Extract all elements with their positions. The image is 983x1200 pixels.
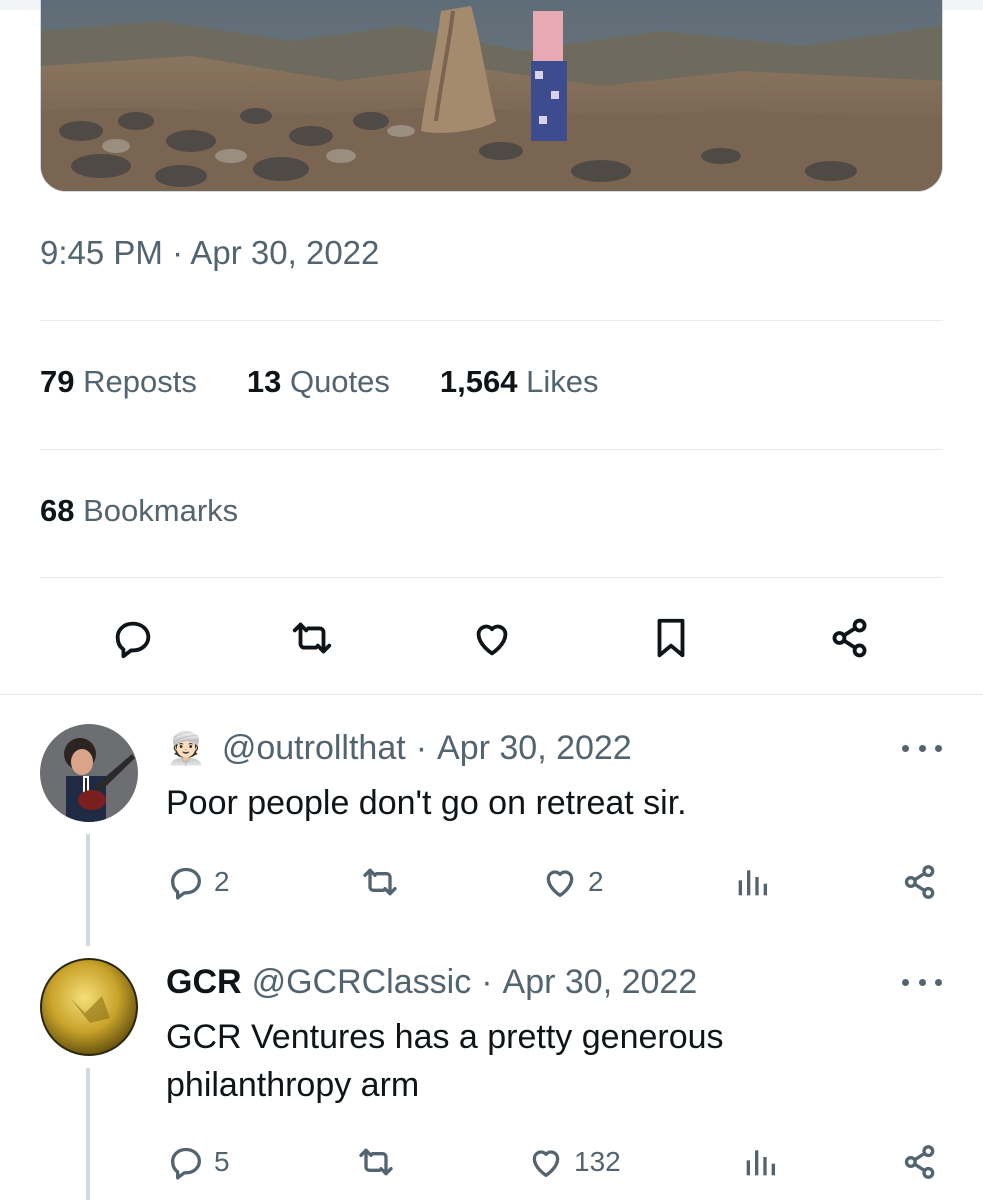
reply-handle[interactable]: @outrollthat	[222, 729, 406, 768]
reply-reply-button[interactable]: 5	[166, 1140, 230, 1184]
share-icon	[904, 865, 935, 899]
reply-header: 👳🏻 @outrollthat · Apr 30, 2022	[166, 726, 632, 770]
tweet-action-bar	[0, 610, 983, 666]
thread-line	[86, 834, 90, 946]
like-button[interactable]	[464, 610, 520, 666]
reposts-label: Reposts	[83, 364, 197, 399]
reply-like-button[interactable]: 132	[526, 1140, 621, 1184]
bookmarks-count: 68	[40, 493, 75, 528]
reply-like-button[interactable]: 2	[540, 860, 604, 904]
tweet-stats: 79 Reposts 13 Quotes 1,564 Likes	[40, 364, 598, 400]
likes-stat[interactable]: 1,564 Likes	[440, 364, 599, 400]
reply-header: GCR @GCRClassic · Apr 30, 2022	[166, 960, 697, 1004]
quotes-label: Quotes	[289, 364, 390, 399]
more-dot-icon	[935, 978, 942, 986]
likes-count: 1,564	[439, 364, 518, 399]
like-icon	[532, 1150, 560, 1177]
bookmarks-label: Bookmarks	[83, 493, 239, 528]
reply-reply-button[interactable]: 2	[166, 860, 230, 904]
reply-display-name[interactable]: GCR	[166, 963, 242, 1002]
avatar[interactable]	[40, 724, 138, 822]
more-dot-icon	[918, 978, 926, 986]
quotes-stat[interactable]: 13 Quotes	[247, 364, 390, 400]
repost-icon	[363, 868, 397, 896]
more-dot-icon	[902, 978, 909, 986]
quotes-count: 13	[246, 364, 282, 399]
like-icon	[476, 624, 508, 656]
bookmarks-stat[interactable]: 68 Bookmarks	[40, 493, 238, 529]
tweet-timestamp[interactable]: 9:45 PM · Apr 30, 2022	[40, 234, 379, 272]
views-icon	[738, 870, 767, 896]
more-dot-icon	[918, 744, 926, 752]
reply-button[interactable]	[105, 610, 161, 666]
bookmark-button[interactable]	[643, 610, 699, 666]
views-icon	[746, 1150, 775, 1176]
more-options-button[interactable]	[902, 738, 942, 758]
like-count: 132	[574, 1146, 621, 1177]
divider	[0, 694, 983, 695]
reply-icon	[171, 867, 201, 900]
reply-repost-button[interactable]	[356, 1140, 404, 1184]
share-icon	[832, 618, 867, 658]
reply-share-button[interactable]	[900, 1140, 940, 1184]
reply-date[interactable]: Apr 30, 2022	[437, 729, 632, 768]
bookmark-icon	[657, 618, 685, 658]
repost-icon	[359, 1148, 393, 1176]
more-dot-icon	[902, 744, 909, 752]
divider	[40, 577, 943, 578]
divider	[40, 320, 943, 321]
reply-repost-button[interactable]	[360, 860, 408, 904]
reply-icon	[115, 621, 151, 659]
avatar[interactable]	[40, 958, 138, 1056]
thread-line	[86, 1068, 90, 1200]
likes-label: Likes	[526, 364, 599, 399]
reply-share-button[interactable]	[900, 860, 940, 904]
like-icon	[546, 870, 574, 897]
reposts-stat[interactable]: 79 Reposts	[40, 364, 197, 400]
share-button[interactable]	[822, 610, 878, 666]
separator-dot: ·	[481, 962, 493, 1001]
reply-text: GCR Ventures has a pretty generous phila…	[166, 1018, 724, 1104]
reply-handle[interactable]: @GCRClassic	[252, 963, 472, 1002]
reposts-count: 79	[40, 364, 75, 399]
separator-dot: ·	[415, 728, 428, 767]
more-dot-icon	[935, 744, 942, 752]
reply-views-button[interactable]	[732, 860, 772, 904]
reply-date[interactable]: Apr 30, 2022	[503, 963, 698, 1002]
reply-icon	[171, 1147, 201, 1180]
more-options-button[interactable]	[902, 972, 942, 992]
repost-button[interactable]	[284, 610, 340, 666]
share-icon	[904, 1145, 935, 1179]
reply-count: 5	[214, 1146, 230, 1177]
reply-count: 2	[214, 866, 230, 897]
like-count: 2	[588, 866, 604, 897]
repost-icon	[292, 622, 332, 654]
divider	[40, 449, 943, 450]
reply-views-button[interactable]	[740, 1140, 780, 1184]
reply-text: Poor people don't go on retreat sir.	[166, 784, 687, 822]
user-emoji-badge: 👳🏻	[166, 730, 206, 766]
tweet-media-image[interactable]	[40, 0, 943, 192]
